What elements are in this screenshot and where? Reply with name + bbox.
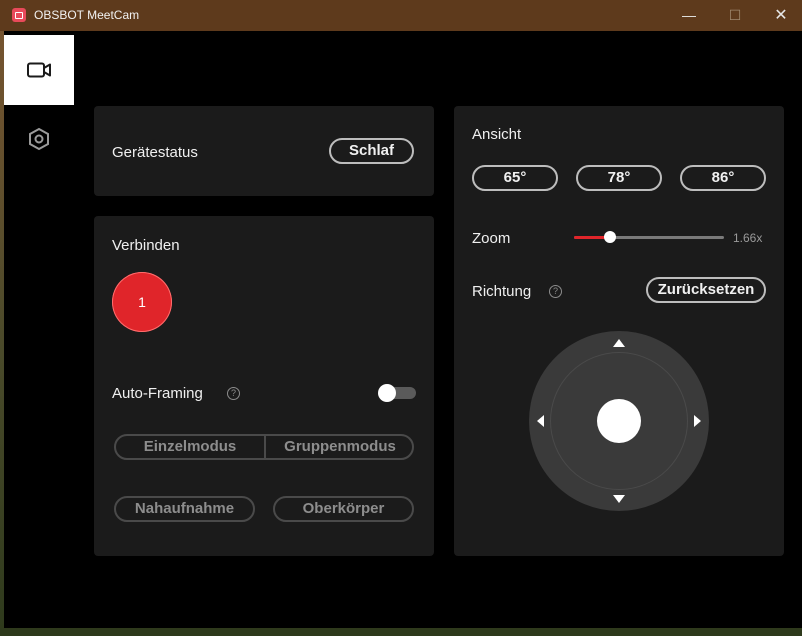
fov-86-button[interactable]: 86°	[680, 165, 766, 191]
zoom-slider[interactable]	[574, 231, 724, 243]
toggle-knob	[378, 384, 396, 402]
arrow-right-icon[interactable]	[694, 415, 701, 427]
reset-button[interactable]: Zurücksetzen	[646, 277, 766, 303]
fov-78-button[interactable]: 78°	[576, 165, 662, 191]
mode-segmented-control: Einzelmodus Gruppenmodus	[114, 434, 414, 460]
app-window: Gerätestatus Schlaf Verbinden 1 Auto-Fra…	[4, 31, 802, 628]
window-title: OBSBOT MeetCam	[34, 8, 140, 22]
device-1-button[interactable]: 1	[112, 272, 172, 332]
connect-label: Verbinden	[112, 237, 180, 254]
single-mode-button[interactable]: Einzelmodus	[116, 436, 264, 458]
maximize-button[interactable]: ☐	[712, 0, 758, 31]
device-status-panel: Gerätestatus Schlaf	[94, 106, 434, 196]
gear-icon	[29, 127, 49, 151]
close-button[interactable]: ✕	[758, 0, 802, 31]
sleep-button[interactable]: Schlaf	[329, 138, 414, 164]
video-camera-icon	[27, 62, 51, 78]
closeup-button[interactable]: Nahaufnahme	[114, 496, 255, 522]
direction-label: Richtung	[472, 283, 532, 300]
nav-settings-button[interactable]	[27, 127, 51, 156]
help-icon[interactable]: ?	[227, 387, 240, 400]
zoom-label: Zoom	[472, 230, 511, 247]
direction-joystick[interactable]	[529, 331, 709, 511]
minimize-button[interactable]: —	[666, 0, 712, 31]
group-mode-button[interactable]: Gruppenmodus	[266, 436, 414, 458]
zoom-value: 1.66x	[733, 231, 763, 245]
obsbot-logo-icon	[12, 8, 26, 22]
device-status-label: Gerätestatus	[112, 144, 198, 161]
auto-framing-toggle[interactable]	[378, 384, 416, 402]
view-label: Ansicht	[472, 126, 522, 143]
arrow-up-icon[interactable]	[613, 339, 625, 347]
zoom-slider-handle[interactable]	[604, 231, 616, 243]
auto-framing-label: Auto-Framing	[112, 385, 203, 402]
arrow-down-icon[interactable]	[613, 495, 625, 503]
title-bar: OBSBOT MeetCam — ☐ ✕	[0, 0, 802, 31]
upper-body-button[interactable]: Oberkörper	[273, 496, 414, 522]
connect-panel: Verbinden 1 Auto-Framing ? Einzelmodus G…	[94, 216, 434, 556]
nav-camera-button[interactable]	[4, 35, 74, 105]
fov-65-button[interactable]: 65°	[472, 165, 558, 191]
help-icon[interactable]: ?	[549, 285, 562, 298]
arrow-left-icon[interactable]	[537, 415, 544, 427]
view-panel: Ansicht 65° 78° 86° Zoom 1.66x Richtung …	[454, 106, 784, 556]
joystick-handle[interactable]	[597, 399, 641, 443]
